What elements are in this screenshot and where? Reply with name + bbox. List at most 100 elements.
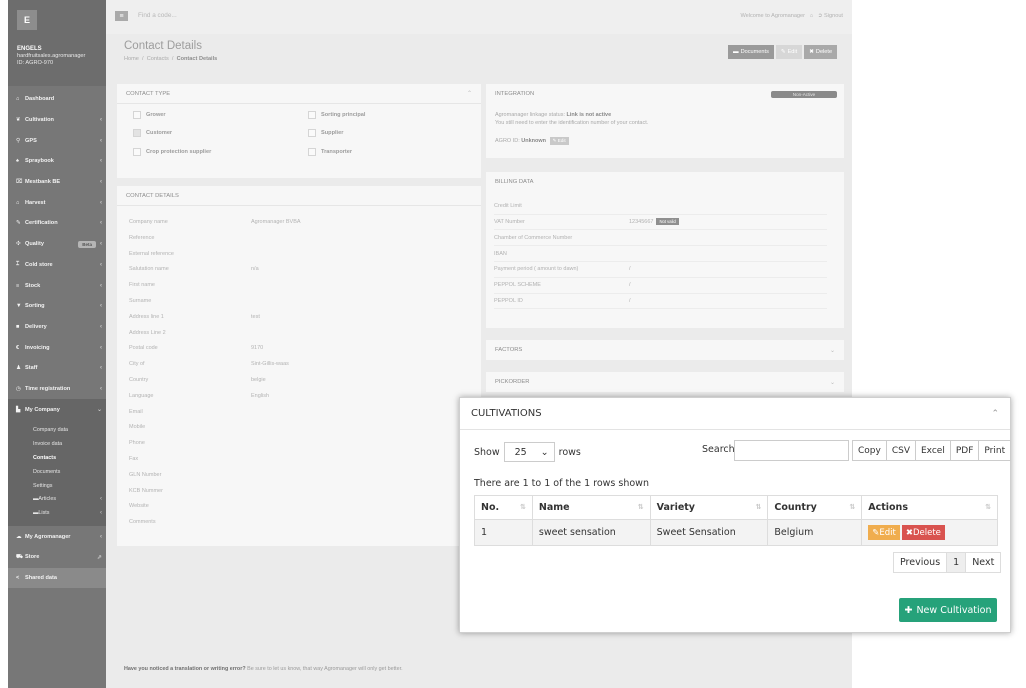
pickorder-header[interactable]: PICKORDER ⌄ xyxy=(486,372,844,392)
submenu-item-lists[interactable]: ▬ Lists ‹ xyxy=(8,506,106,520)
sidebar-item-staff[interactable]: ♟ Staff ‹ xyxy=(8,358,106,379)
sidebar-item-cultivation[interactable]: ❦ Cultivation ‹ xyxy=(8,110,106,131)
filter-icon: ▼ xyxy=(16,303,22,310)
sidebar-item-delivery[interactable]: ■ Delivery ‹ xyxy=(8,317,106,338)
factors-header[interactable]: FACTORS ⌄ xyxy=(486,340,844,360)
submenu-item-documents[interactable]: Documents xyxy=(8,465,106,479)
column-header-name[interactable]: Name ⇅ xyxy=(531,495,651,520)
submenu-item-articles[interactable]: ▬ Articles ‹ xyxy=(8,492,106,506)
detail-label: City of xyxy=(129,361,145,368)
sidebar-item-shared-data[interactable]: < Shared data xyxy=(8,567,106,589)
euro-icon: € xyxy=(16,344,20,351)
sidebar-item-label: Time registration xyxy=(25,385,71,392)
checkbox-crop-protection-supplier[interactable]: Crop protection supplier xyxy=(133,148,211,156)
sidebar-item-store[interactable]: ⛟ Store ⇗ xyxy=(8,547,106,568)
billing-label: VAT Number xyxy=(494,219,525,226)
export-csv-button[interactable]: CSV xyxy=(885,440,916,461)
breadcrumb-home[interactable]: Home xyxy=(124,56,139,62)
sidebar-item-dashboard[interactable]: ⌂ Dashboard xyxy=(8,89,106,110)
sidebar-item-spraybook[interactable]: ♠ Spraybook ‹ xyxy=(8,151,106,172)
company-logo[interactable]: E xyxy=(17,10,37,30)
sort-icon[interactable]: ⇅ xyxy=(638,503,644,511)
submenu-item-invoice-data[interactable]: Invoice data xyxy=(8,437,106,451)
export-excel-button[interactable]: Excel xyxy=(915,440,951,461)
sidebar-item-mestbank-be[interactable]: ⌧ Mestbank BE ‹ xyxy=(8,172,106,193)
export-copy-button[interactable]: Copy xyxy=(852,440,887,461)
checkbox-box[interactable] xyxy=(308,111,316,119)
previous-page-button[interactable]: Previous xyxy=(893,552,948,573)
welcome-text: Welcome to Agromanager xyxy=(740,13,806,19)
column-header-variety[interactable]: Variety ⇅ xyxy=(649,495,769,520)
sidebar-item-harvest[interactable]: ⌂ Harvest ‹ xyxy=(8,192,106,213)
chevron-down-icon[interactable]: ⌄ xyxy=(830,347,835,354)
checkbox-transporter[interactable]: Transporter xyxy=(308,148,352,156)
chevron-down-icon[interactable]: ⌄ xyxy=(830,379,835,386)
column-header-actions[interactable]: Actions ⇅ xyxy=(861,495,998,520)
page-1-button[interactable]: 1 xyxy=(946,552,967,573)
billing-label: Payment period ( amount to dawn) xyxy=(494,266,579,273)
checkbox-box[interactable] xyxy=(133,129,141,137)
checkbox-box[interactable] xyxy=(308,129,316,137)
column-header-country[interactable]: Country ⇅ xyxy=(767,495,863,520)
contact-type-header[interactable]: CONTACT TYPE ⌃ xyxy=(117,84,481,104)
checkbox-box[interactable] xyxy=(308,148,316,156)
code-search-input[interactable]: Find a code... xyxy=(138,12,177,19)
checkbox-box[interactable] xyxy=(133,148,141,156)
checkbox-grower[interactable]: Grower xyxy=(133,111,166,119)
chevron-up-icon[interactable]: ⌃ xyxy=(467,90,472,97)
detail-value: test xyxy=(251,313,260,320)
rows-per-page-select[interactable]: 25 ⌄ xyxy=(503,442,555,462)
sort-icon[interactable]: ⇅ xyxy=(985,503,991,511)
feedback-text: Be sure to let us know, that way Agroman… xyxy=(245,666,403,672)
sidebar-item-quality[interactable]: ✣ Quality Beta ‹ xyxy=(8,234,106,255)
breadcrumb-contacts[interactable]: Contacts xyxy=(147,56,169,62)
user-email: hardfruitsales.agromanager xyxy=(17,53,86,59)
sidebar-item-cold-store[interactable]: ⌶ Cold store ‹ xyxy=(8,255,106,276)
checkbox-box[interactable] xyxy=(133,111,141,119)
sidebar-item-label: Staff xyxy=(25,365,38,372)
delete-button[interactable]: ✖ Delete xyxy=(804,45,838,59)
signout-link[interactable]: Signout xyxy=(824,13,843,19)
export-print-button[interactable]: Print xyxy=(978,440,1012,461)
sort-icon[interactable]: ⇅ xyxy=(520,503,526,511)
chevron-left-icon: ‹ xyxy=(100,117,102,124)
signout-icon[interactable]: ➲ xyxy=(818,13,823,19)
next-page-button[interactable]: Next xyxy=(965,552,1002,573)
sidebar-item-time-registration[interactable]: ◷ Time registration ‹ xyxy=(8,379,106,400)
row-edit-button[interactable]: ✎ Edit xyxy=(868,525,900,540)
sidebar-item-certification[interactable]: ✎ Certification ‹ xyxy=(8,213,106,234)
edit-button[interactable]: ✎ Edit xyxy=(775,45,803,59)
sidebar-item-stock[interactable]: ≡ Stock ‹ xyxy=(8,275,106,296)
sidebar-item-my-agromanager[interactable]: ☁ My Agromanager ‹ xyxy=(8,526,106,547)
column-header-label: Actions xyxy=(868,502,908,513)
factors-panel[interactable]: FACTORS ⌄ xyxy=(486,340,844,360)
chevron-left-icon: ‹ xyxy=(100,220,102,227)
sidebar-item-my-company[interactable]: ▙ My Company ⌄ xyxy=(8,399,106,420)
checkbox-sorting-principal[interactable]: Sorting principal xyxy=(308,111,365,119)
row-delete-button[interactable]: ✖ Delete xyxy=(901,525,945,540)
checkbox-customer[interactable]: Customer xyxy=(133,129,172,137)
sort-icon[interactable]: ⇅ xyxy=(849,503,855,511)
chevron-up-icon[interactable]: ⌃ xyxy=(991,409,999,419)
contact-type-panel: CONTACT TYPE ⌃ Grower Customer Crop protect… xyxy=(117,84,481,178)
sidebar-item-sorting[interactable]: ▼ Sorting ‹ xyxy=(8,296,106,317)
submenu-label: Lists xyxy=(38,510,50,517)
new-cultivation-button[interactable]: ✚ New Cultivation xyxy=(899,598,997,622)
column-header-no[interactable]: No. ⇅ xyxy=(474,495,533,520)
sort-icon[interactable]: ⇅ xyxy=(756,503,762,511)
submenu-item-settings[interactable]: Settings xyxy=(8,479,106,493)
search-input[interactable] xyxy=(734,440,849,461)
home-icon[interactable]: ⌂ xyxy=(810,13,813,19)
sidebar-item-gps[interactable]: ⚲ GPS ‹ xyxy=(8,130,106,151)
pickorder-panel[interactable]: PICKORDER ⌄ xyxy=(486,372,844,392)
menu-toggle-button[interactable]: ≡ xyxy=(115,11,128,21)
submenu-item-contacts[interactable]: Contacts xyxy=(8,451,106,465)
topbar-right: Welcome to Agromanager ⌂ ➲ Signout xyxy=(740,13,843,19)
documents-button[interactable]: ▬ Documents xyxy=(728,45,774,59)
checkbox-supplier[interactable]: Supplier xyxy=(308,129,343,137)
submenu-item-company-data[interactable]: Company data xyxy=(8,423,106,437)
agro-id-edit-button[interactable]: ✎ Edit xyxy=(549,137,569,145)
export-pdf-button[interactable]: PDF xyxy=(949,440,980,461)
detail-label: Address Line 2 xyxy=(129,329,166,336)
sidebar-item-invoicing[interactable]: € Invoicing ‹ xyxy=(8,337,106,358)
